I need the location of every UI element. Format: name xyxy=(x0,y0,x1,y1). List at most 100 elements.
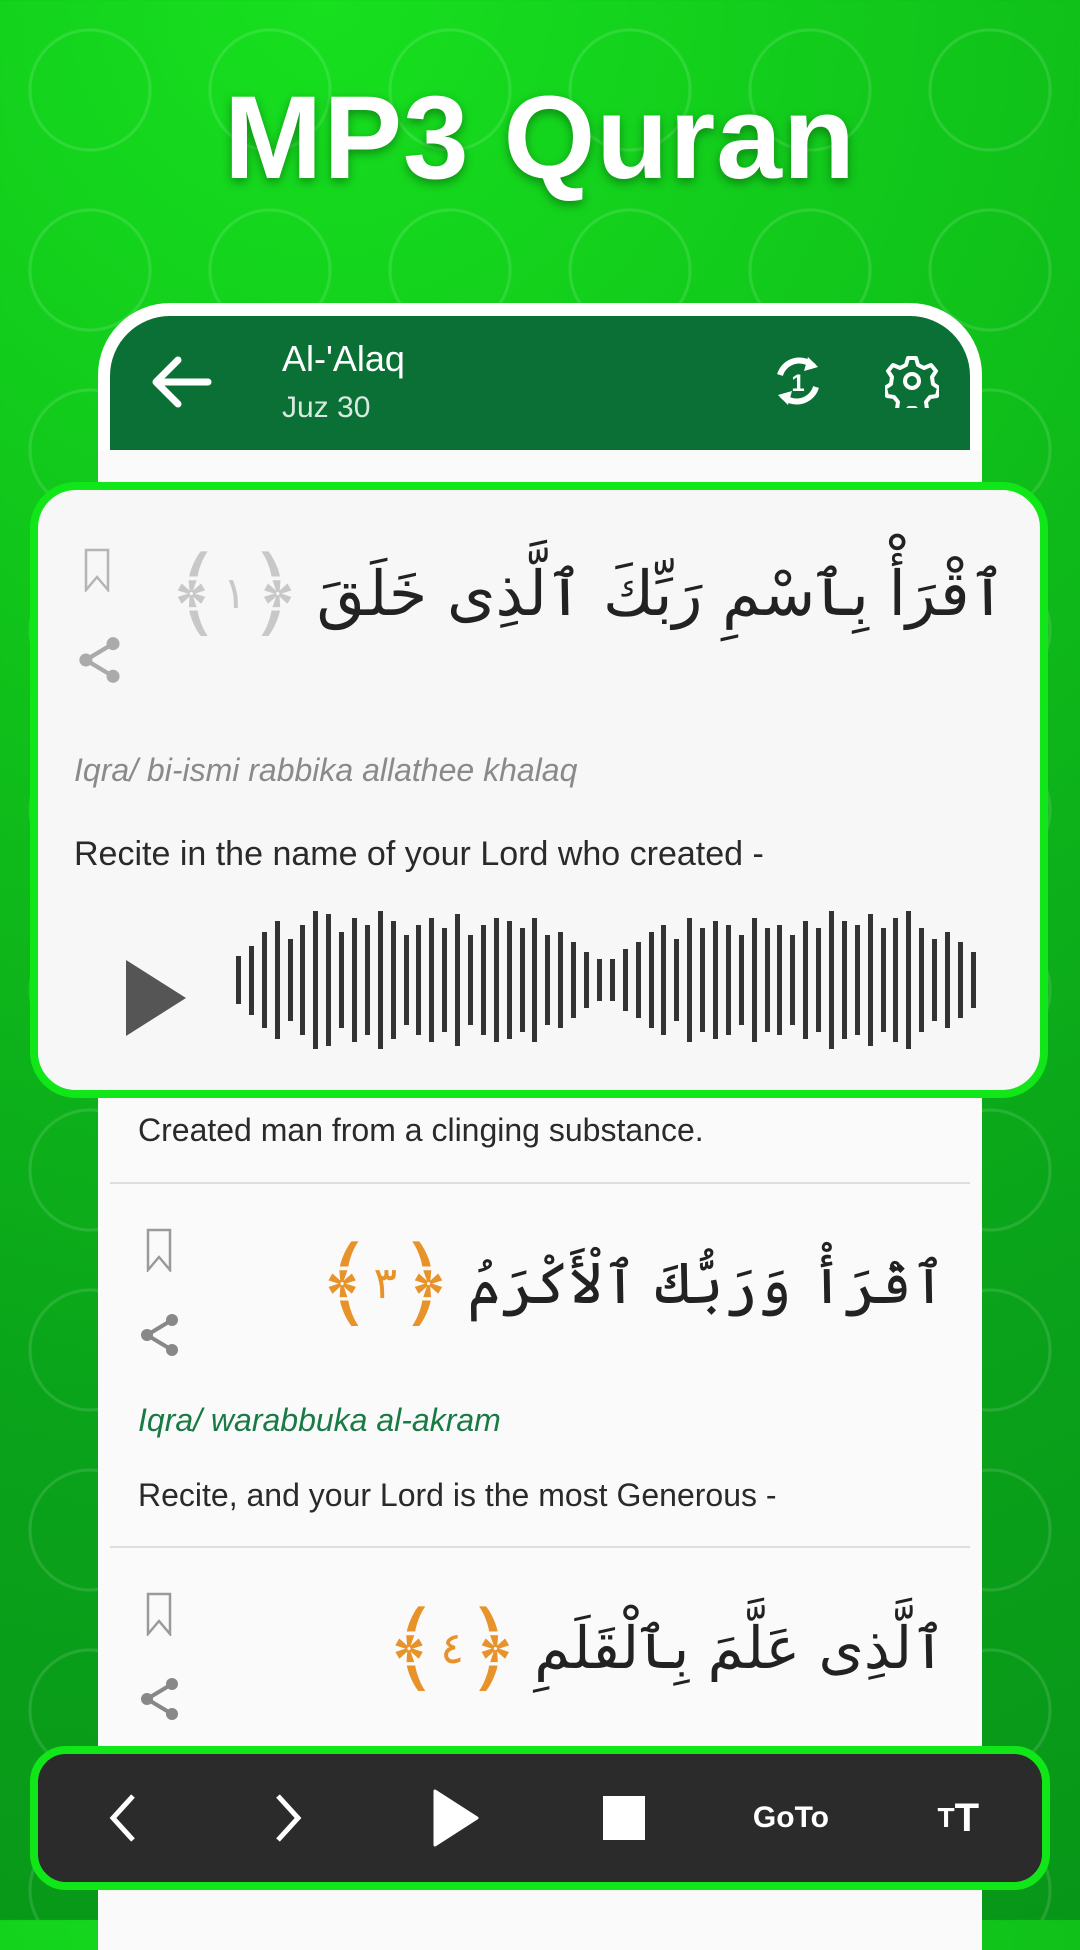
gear-icon[interactable] xyxy=(885,354,939,408)
app-header: Al-'Alaq Juz 30 1 xyxy=(110,316,970,450)
ayah-number-marker: ﴿ ٣ ﴾ xyxy=(317,1227,454,1339)
waveform-bar xyxy=(248,945,254,1015)
next-button[interactable] xyxy=(229,1768,349,1868)
ayah-number: ٤ xyxy=(440,1622,465,1674)
audio-waveform[interactable] xyxy=(236,910,976,1050)
waveform-bar xyxy=(506,921,512,1039)
waveform-bar xyxy=(803,921,809,1039)
share-icon[interactable] xyxy=(138,1676,182,1722)
waveform-bar xyxy=(867,914,873,1046)
waveform-bar xyxy=(609,959,615,1001)
goto-button[interactable]: GoTo xyxy=(731,1768,851,1868)
verse-1-arabic: ٱقْرَأْ بِٱسْمِ رَبِّكَ ٱلَّذِى خَلَقَ ﴿… xyxy=(167,545,1006,641)
waveform-bar xyxy=(416,924,422,1036)
arabic-text: ٱلَّذِى عَلَّمَ بِٱلْقَلَمِ xyxy=(534,1614,946,1682)
waveform-bar xyxy=(519,928,525,1032)
waveform-bar xyxy=(545,935,551,1025)
waveform-bar xyxy=(648,931,654,1029)
stop-icon xyxy=(602,1796,645,1840)
bookmark-icon[interactable] xyxy=(84,548,110,592)
waveform-bar xyxy=(854,924,860,1036)
waveform-bar xyxy=(584,952,590,1008)
svg-text:1: 1 xyxy=(791,370,804,397)
waveform-bar xyxy=(944,931,950,1029)
text-size-button[interactable]: TT xyxy=(898,1768,1018,1868)
waveform-bar xyxy=(725,924,731,1036)
verse-1-translation: Recite in the name of your Lord who crea… xyxy=(74,835,764,873)
arrow-left-icon[interactable] xyxy=(150,354,212,410)
waveform-bar xyxy=(738,935,744,1025)
verse-1-transliteration: Iqra/ bi-ismi rabbika allathee khalaq xyxy=(74,752,578,788)
waveform-bar xyxy=(622,948,628,1012)
waveform-bar xyxy=(674,938,680,1022)
waveform-bar xyxy=(468,935,474,1025)
promo-title: MP3 Quran xyxy=(224,72,856,204)
verse-3-transliteration: Iqra/ warabbuka al-akram xyxy=(138,1402,501,1438)
highlighted-verse-card[interactable]: ٱقْرَأْ بِٱسْمِ رَبِّكَ ٱلَّذِى خَلَقَ ﴿… xyxy=(30,482,1048,1098)
surah-title: Al-'Alaq xyxy=(282,338,405,379)
waveform-bar xyxy=(326,914,332,1046)
waveform-bar xyxy=(558,931,564,1029)
bookmark-icon[interactable] xyxy=(146,1228,172,1272)
waveform-bar xyxy=(906,911,912,1049)
waveform-bar xyxy=(455,914,461,1046)
arabic-text: ٱقْرَأْ بِٱسْمِ رَبِّكَ ٱلَّذِى خَلَقَ xyxy=(316,556,1006,630)
waveform-bar xyxy=(893,917,899,1043)
waveform-bar xyxy=(287,938,293,1022)
waveform-bar xyxy=(532,917,538,1043)
waveform-bar xyxy=(661,924,667,1036)
waveform-bar xyxy=(841,921,847,1039)
waveform-bar xyxy=(596,959,602,1001)
chevron-right-icon xyxy=(276,1794,302,1842)
divider xyxy=(110,1182,970,1184)
ayah-number-marker: ﴿ ٤ ﴾ xyxy=(384,1592,521,1704)
waveform-bar xyxy=(403,935,409,1025)
text-size-small-t: T xyxy=(937,1802,955,1833)
waveform-bar xyxy=(429,917,435,1043)
waveform-bar xyxy=(700,928,706,1032)
bookmark-icon[interactable] xyxy=(146,1592,172,1636)
waveform-bar xyxy=(236,955,241,1005)
waveform-bar xyxy=(377,911,383,1049)
ayah-number: ١ xyxy=(222,567,247,619)
waveform-bar xyxy=(932,938,938,1022)
ayah-number: ٣ xyxy=(373,1257,398,1309)
waveform-bar xyxy=(970,952,976,1008)
waveform-bar xyxy=(957,942,963,1018)
waveform-bar xyxy=(364,924,370,1036)
waveform-bar xyxy=(919,928,925,1032)
waveform-bar xyxy=(261,931,267,1029)
previous-button[interactable] xyxy=(62,1768,182,1868)
waveform-bar xyxy=(493,917,499,1043)
chevron-left-icon xyxy=(109,1794,135,1842)
waveform-bar xyxy=(442,928,448,1032)
waveform-bar xyxy=(880,928,886,1032)
verse-2-translation: Created man from a clinging substance. xyxy=(138,1112,704,1148)
play-button[interactable] xyxy=(396,1768,516,1868)
play-icon xyxy=(433,1789,479,1847)
share-icon[interactable] xyxy=(76,635,124,685)
waveform-bar xyxy=(274,921,280,1039)
bottom-player-bar: GoTo TT xyxy=(30,1746,1050,1890)
waveform-bar xyxy=(352,917,358,1043)
stop-button[interactable] xyxy=(564,1768,684,1868)
waveform-bar xyxy=(764,928,770,1032)
waveform-bar xyxy=(480,924,486,1036)
text-size-large-t: T xyxy=(954,1795,980,1840)
divider xyxy=(110,1546,970,1548)
waveform-bar xyxy=(635,942,641,1018)
waveform-bar xyxy=(828,911,834,1049)
verse-3-arabic: ٱقْرَأْ وَرَبُّكَ ٱلْأَكْرَمُ ﴿ ٣ ﴾ xyxy=(317,1235,946,1331)
waveform-bar xyxy=(571,942,577,1018)
share-icon[interactable] xyxy=(138,1312,182,1358)
verse-3-translation: Recite, and your Lord is the most Genero… xyxy=(138,1477,777,1513)
juz-subtitle: Juz 30 xyxy=(282,391,371,424)
verse-4-arabic: ٱلَّذِى عَلَّمَ بِٱلْقَلَمِ ﴿ ٤ ﴾ xyxy=(384,1600,946,1696)
arabic-text: ٱقْرَأْ وَرَبُّكَ ٱلْأَكْرَمُ xyxy=(467,1249,946,1317)
waveform-bar xyxy=(777,924,783,1036)
repeat-one-icon[interactable]: 1 xyxy=(770,351,826,411)
waveform-bar xyxy=(300,924,306,1036)
waveform-bar xyxy=(712,921,718,1039)
play-icon[interactable] xyxy=(126,960,186,1036)
waveform-bar xyxy=(313,911,319,1049)
